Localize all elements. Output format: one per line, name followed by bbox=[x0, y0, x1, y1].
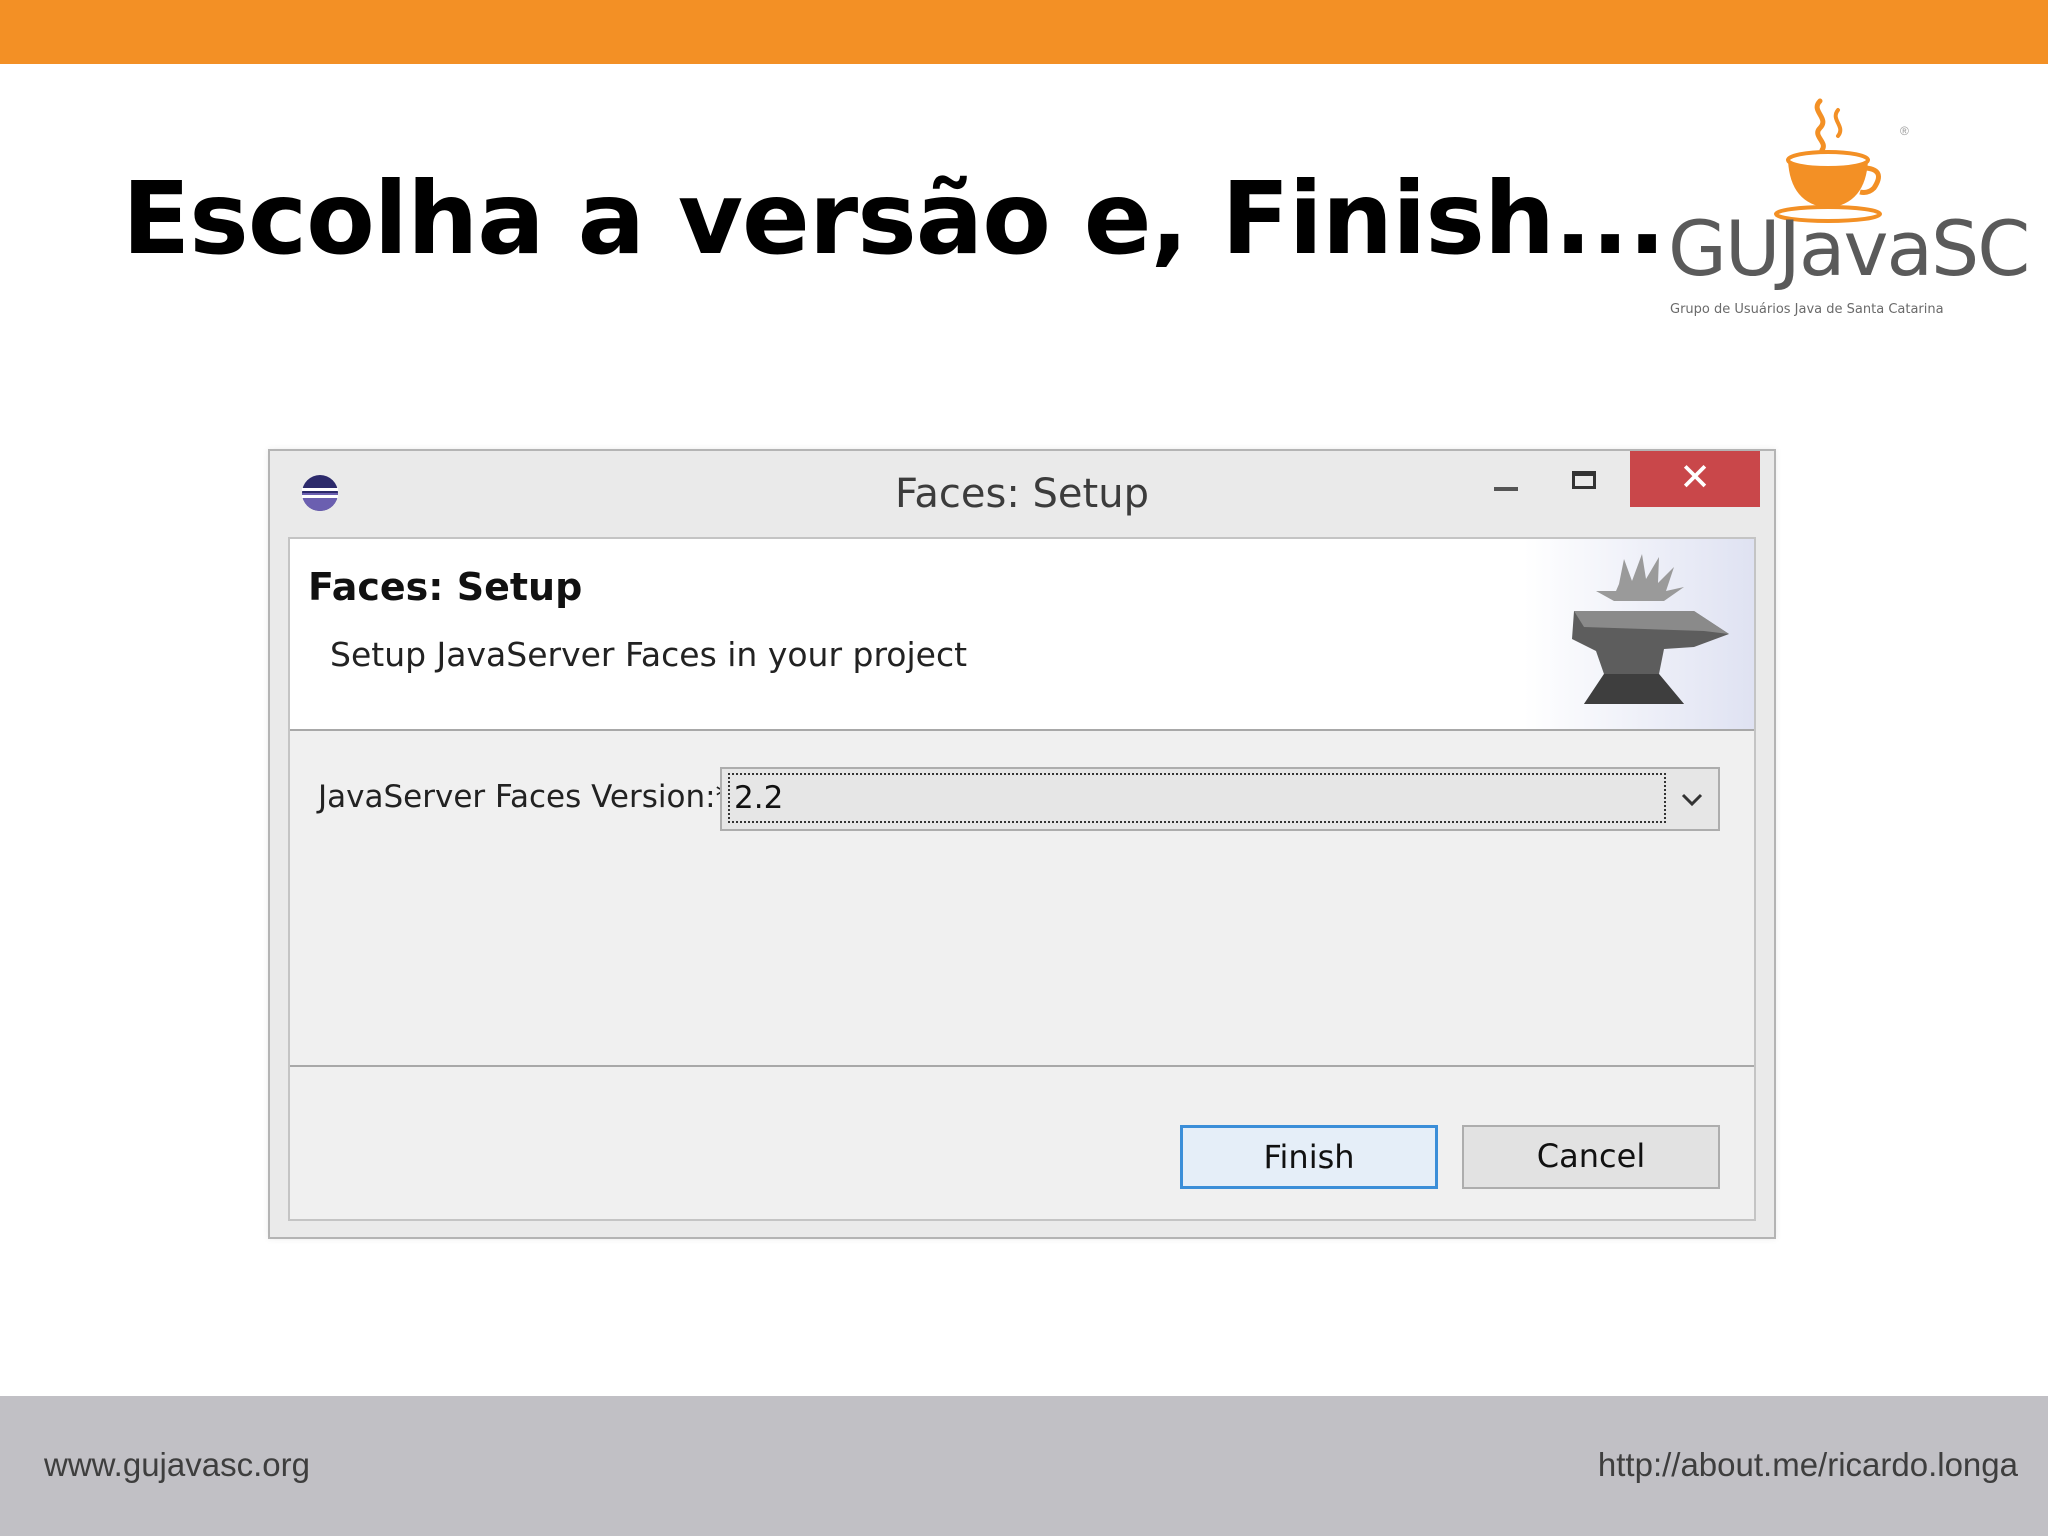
finish-button[interactable]: Finish bbox=[1180, 1125, 1438, 1189]
top-accent-bar bbox=[0, 0, 2048, 64]
slide-title: Escolha a versão e, Finish... bbox=[122, 160, 1666, 277]
registered-mark-icon: ® bbox=[1900, 124, 1909, 138]
banner-title: Faces: Setup bbox=[308, 565, 583, 609]
button-bar-divider bbox=[290, 1065, 1754, 1067]
gujavasc-logo: ® GUJavaSC Grupo de Usuários Java de San… bbox=[1660, 96, 2030, 336]
version-label: JavaServer Faces Version:* bbox=[318, 779, 732, 815]
dialog-content: Faces: Setup Setup JavaServer Faces in y… bbox=[288, 537, 1756, 1221]
banner-description: Setup JavaServer Faces in your project bbox=[330, 635, 968, 674]
slide-footer: www.gujavasc.org http://about.me/ricardo… bbox=[0, 1396, 2048, 1536]
anvil-icon bbox=[1524, 539, 1754, 729]
wizard-banner: Faces: Setup Setup JavaServer Faces in y… bbox=[290, 539, 1754, 731]
close-button[interactable]: ✕ bbox=[1630, 451, 1760, 507]
version-select-value: 2.2 bbox=[728, 773, 1666, 823]
dialog-window-title: Faces: Setup bbox=[895, 471, 1149, 517]
maximize-button[interactable] bbox=[1560, 451, 1614, 507]
footer-author-link: http://about.me/ricardo.longa bbox=[1597, 1446, 2018, 1483]
minimize-button[interactable] bbox=[1480, 451, 1534, 507]
footer-website: www.gujavasc.org bbox=[44, 1446, 310, 1483]
cancel-button[interactable]: Cancel bbox=[1462, 1125, 1720, 1189]
dialog-titlebar[interactable]: Faces: Setup ✕ bbox=[270, 451, 1774, 537]
close-icon: ✕ bbox=[1679, 455, 1711, 499]
finish-label: Finish bbox=[1263, 1138, 1355, 1176]
chevron-down-icon bbox=[1681, 793, 1703, 807]
logo-text: GUJavaSC bbox=[1668, 204, 2030, 293]
faces-setup-dialog: Faces: Setup ✕ Faces: Setup Setup JavaSe… bbox=[268, 449, 1776, 1239]
version-select[interactable]: 2.2 bbox=[720, 767, 1720, 831]
cancel-label: Cancel bbox=[1536, 1137, 1646, 1175]
logo-subtitle: Grupo de Usuários Java de Santa Catarina bbox=[1670, 302, 1944, 317]
